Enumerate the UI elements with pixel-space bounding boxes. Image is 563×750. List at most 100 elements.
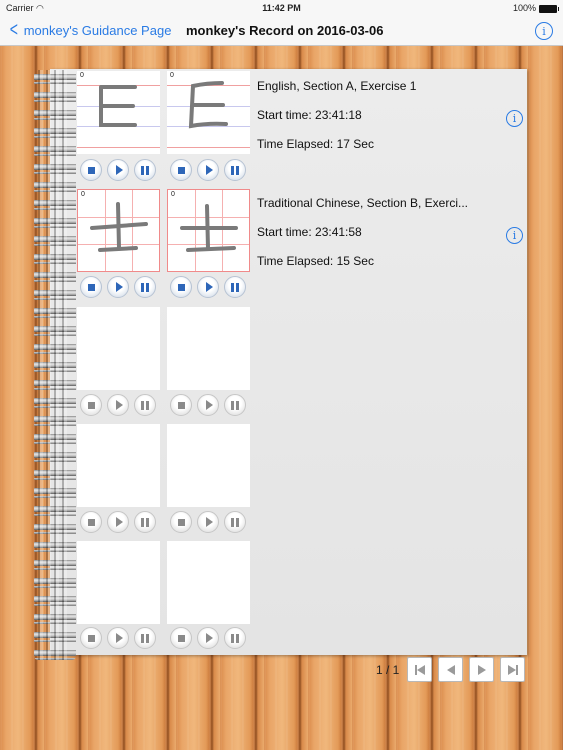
stop-icon [87, 166, 95, 174]
next-page-button[interactable] [469, 657, 495, 682]
pause-icon [141, 517, 149, 527]
record-title: Traditional Chinese, Section B, Exerci..… [257, 196, 468, 210]
pause-icon [231, 165, 239, 175]
writing-cell-5[interactable] [77, 307, 160, 390]
writing-cell-3[interactable]: 0 [77, 189, 160, 272]
stop-icon [177, 401, 185, 409]
record-info-icon[interactable]: i [506, 227, 523, 244]
playback-controls [80, 511, 156, 533]
handwriting-stroke [180, 204, 238, 252]
status-bar: Carrier ◠ 11:42 PM 100% [0, 0, 563, 16]
play-button[interactable] [197, 159, 219, 181]
play-icon [205, 517, 213, 527]
stop-icon [87, 283, 95, 291]
pause-icon [141, 633, 149, 643]
record-start-time: Start time: 23:41:58 [257, 225, 362, 239]
stop-button[interactable] [80, 159, 102, 181]
stop-icon [177, 518, 185, 526]
pause-button[interactable] [134, 159, 156, 181]
record-start-time: Start time: 23:41:18 [257, 108, 362, 122]
record-info-icon[interactable]: i [506, 110, 523, 127]
writing-cell-4[interactable]: 0 [167, 189, 250, 272]
playback-controls [170, 627, 246, 649]
pause-button[interactable] [134, 627, 156, 649]
writing-cell-2[interactable]: 0 [167, 71, 250, 154]
record-title: English, Section A, Exercise 1 [257, 79, 417, 93]
playback-controls [80, 159, 156, 181]
play-button[interactable] [107, 394, 129, 416]
play-button[interactable] [107, 627, 129, 649]
writing-cell-8[interactable] [167, 424, 250, 507]
playback-controls [80, 276, 156, 298]
handwriting-stroke [188, 81, 228, 129]
stop-button[interactable] [170, 394, 192, 416]
carrier-label: Carrier ◠ [6, 2, 44, 13]
record-elapsed-time: Time Elapsed: 15 Sec [257, 254, 374, 268]
previous-icon [446, 664, 455, 675]
pause-icon [231, 400, 239, 410]
play-icon [205, 400, 213, 410]
playback-controls [170, 276, 246, 298]
play-icon [115, 165, 123, 175]
last-page-button[interactable] [500, 657, 526, 682]
pause-icon [141, 165, 149, 175]
stop-button[interactable] [170, 627, 192, 649]
navigation-bar: < monkey's Guidance Page monkey's Record… [0, 16, 563, 46]
stop-icon [177, 166, 185, 174]
pause-button[interactable] [224, 511, 246, 533]
play-button[interactable] [197, 394, 219, 416]
stop-icon [177, 634, 185, 642]
writing-cell-6[interactable] [167, 307, 250, 390]
stop-icon [87, 634, 95, 642]
playback-controls [170, 511, 246, 533]
chevron-left-icon: < [9, 19, 18, 41]
stop-button[interactable] [170, 276, 192, 298]
pause-button[interactable] [224, 627, 246, 649]
pause-button[interactable] [134, 394, 156, 416]
last-page-icon [507, 664, 516, 675]
back-button[interactable]: < monkey's Guidance Page [8, 19, 172, 41]
play-icon [115, 633, 123, 643]
stop-button[interactable] [80, 394, 102, 416]
play-button[interactable] [107, 511, 129, 533]
play-icon [205, 165, 213, 175]
previous-page-button[interactable] [438, 657, 464, 682]
pause-icon [141, 400, 149, 410]
stop-button[interactable] [80, 276, 102, 298]
writing-cell-1[interactable]: 0 [77, 71, 160, 154]
next-icon [477, 664, 486, 675]
play-icon [115, 282, 123, 292]
stop-button[interactable] [80, 511, 102, 533]
playback-controls [80, 627, 156, 649]
writing-cell-10[interactable] [167, 541, 250, 624]
play-icon [205, 633, 213, 643]
play-icon [205, 282, 213, 292]
back-button-label: monkey's Guidance Page [23, 22, 172, 38]
pause-button[interactable] [224, 159, 246, 181]
writing-cell-7[interactable] [77, 424, 160, 507]
play-button[interactable] [197, 511, 219, 533]
playback-controls [170, 159, 246, 181]
info-icon[interactable]: i [535, 22, 553, 40]
stop-button[interactable] [170, 511, 192, 533]
page-title: monkey's Record on 2016-03-06 [186, 23, 384, 38]
pause-icon [141, 282, 149, 292]
stop-button[interactable] [170, 159, 192, 181]
stop-button[interactable] [80, 627, 102, 649]
stop-icon [87, 518, 95, 526]
pause-button[interactable] [134, 276, 156, 298]
spiral-binding [34, 70, 76, 660]
pause-button[interactable] [224, 276, 246, 298]
play-button[interactable] [197, 627, 219, 649]
pause-button[interactable] [134, 511, 156, 533]
pause-button[interactable] [224, 394, 246, 416]
first-page-button[interactable] [407, 657, 433, 682]
play-icon [115, 400, 123, 410]
handwriting-stroke [90, 202, 148, 252]
play-button[interactable] [107, 276, 129, 298]
play-button[interactable] [197, 276, 219, 298]
play-button[interactable] [107, 159, 129, 181]
record-elapsed-time: Time Elapsed: 17 Sec [257, 137, 374, 151]
stop-icon [177, 283, 185, 291]
writing-cell-9[interactable] [77, 541, 160, 624]
